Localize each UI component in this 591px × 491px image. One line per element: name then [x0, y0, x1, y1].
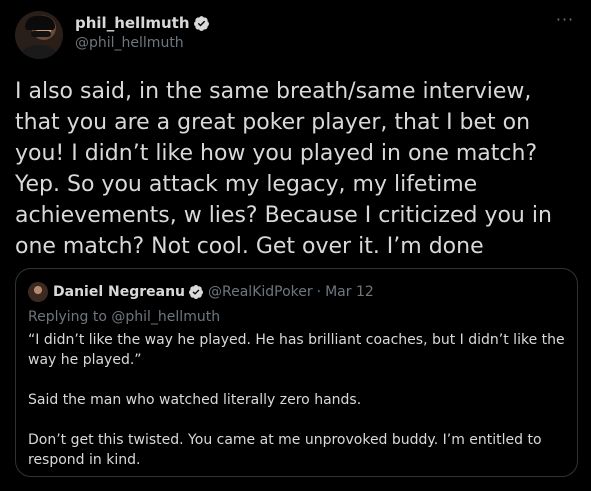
- quoted-tweet-text: “I didn’t like the way he played. He has…: [28, 330, 568, 470]
- replying-to-line: Replying to @phil_hellmuth: [28, 309, 220, 325]
- quoted-paragraph: Said the man who watched literally zero …: [28, 392, 362, 408]
- tweet-header: phil_hellmuth @phil_hellmuth ···: [15, 11, 575, 59]
- author-name-block: phil_hellmuth @phil_hellmuth: [75, 13, 210, 51]
- replying-to-prefix: Replying to: [28, 309, 112, 325]
- quoted-paragraph: “I didn’t like the way he played. He has…: [28, 332, 565, 368]
- avatar-shoulders: [17, 45, 61, 59]
- quoted-author-display-name: Daniel Negreanu: [53, 284, 186, 300]
- tweet-card: phil_hellmuth @phil_hellmuth ··· I also …: [0, 0, 591, 491]
- author-avatar[interactable]: [15, 11, 63, 59]
- quoted-author-avatar: [28, 282, 48, 302]
- quoted-tweet-header: Daniel Negreanu @RealKidPoker · Mar 12: [28, 282, 374, 302]
- quoted-tweet-date: Mar 12: [325, 284, 374, 300]
- replying-to-handle[interactable]: @phil_hellmuth: [111, 309, 220, 325]
- quoted-verified-badge-icon: [189, 285, 204, 299]
- verified-badge-icon: [193, 15, 209, 31]
- author-display-name[interactable]: phil_hellmuth: [75, 14, 190, 32]
- author-handle[interactable]: @phil_hellmuth: [75, 35, 210, 51]
- quoted-author-handle: @RealKidPoker: [208, 284, 313, 300]
- avatar-glasses: [31, 31, 51, 37]
- tweet-text: I also said, in the same breath/same int…: [15, 79, 559, 259]
- display-name-row: phil_hellmuth: [75, 13, 210, 33]
- more-options-icon[interactable]: ···: [555, 12, 575, 33]
- avatar-hat: [25, 16, 55, 30]
- separator-dot: ·: [316, 284, 322, 300]
- quoted-tweet[interactable]: Daniel Negreanu @RealKidPoker · Mar 12 R…: [15, 268, 578, 477]
- quoted-paragraph: Don’t get this twisted. You came at me u…: [28, 432, 542, 468]
